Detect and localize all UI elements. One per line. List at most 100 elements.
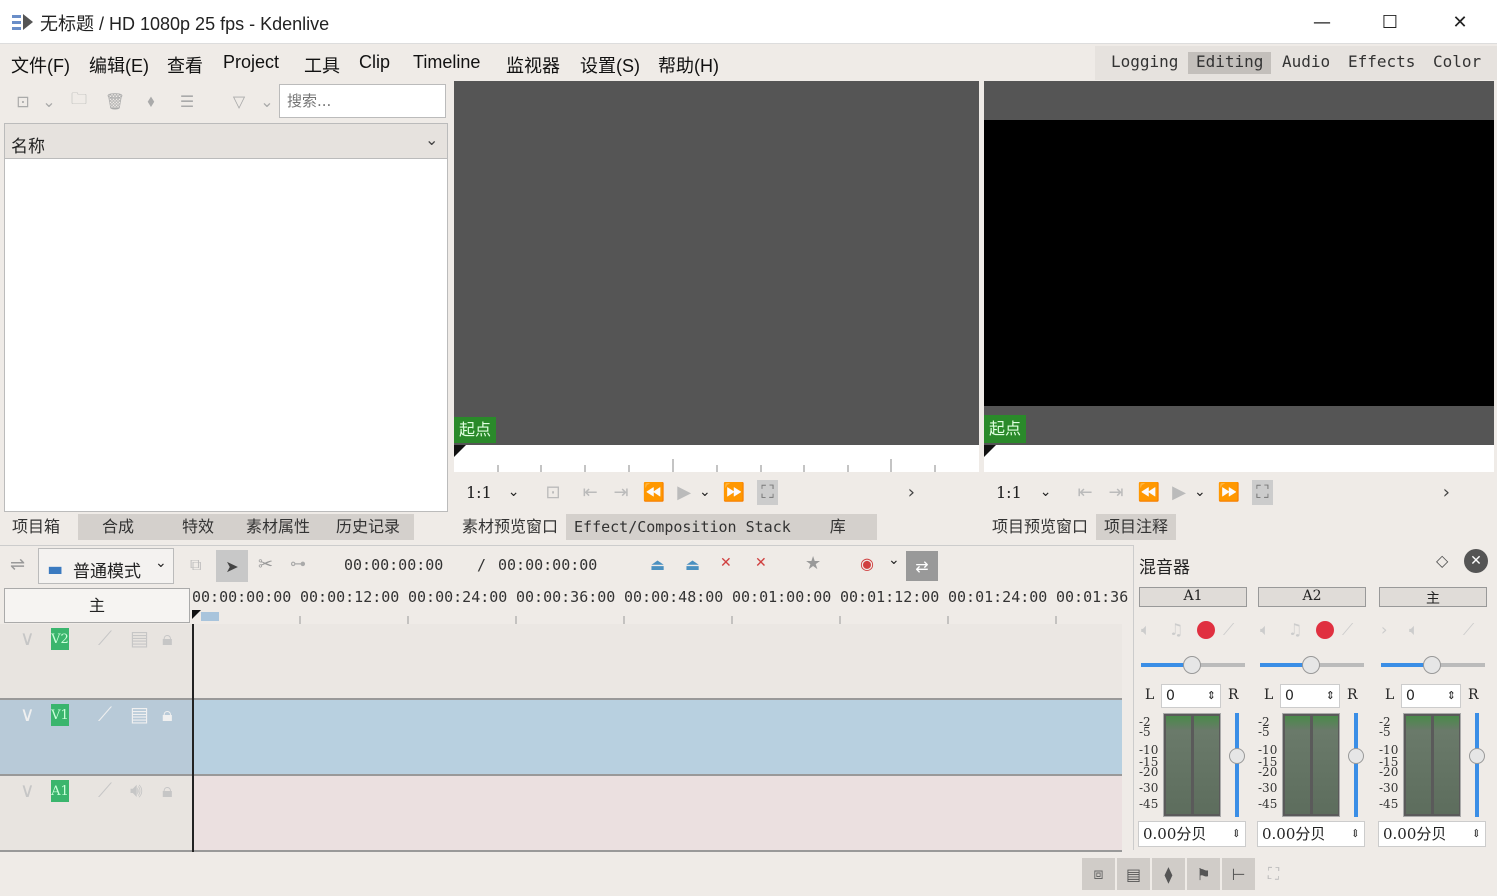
lock-icon[interactable]: 🔒︎ [162, 702, 173, 726]
track-header-v1[interactable]: ∨ V1 ⟋ ▤ 🔒︎ [0, 700, 192, 776]
extract-icon[interactable]: ✕ [755, 555, 767, 571]
spacer-tool-icon[interactable]: ⊶ [290, 554, 306, 573]
chevron-down-icon[interactable]: ⌄ [508, 484, 520, 500]
mute-icon[interactable]: › [1381, 620, 1387, 639]
speaker-icon[interactable]: 🔊︎ [130, 778, 143, 802]
volume-fader[interactable] [1235, 713, 1239, 817]
select-tool-icon[interactable]: ➤ [216, 550, 248, 582]
chevron-down-icon[interactable]: ⌄ [888, 552, 900, 568]
lock-icon[interactable]: 🔒︎ [162, 778, 173, 802]
tab-project-monitor[interactable]: 项目预览窗口 [984, 514, 1096, 540]
volume-fader[interactable] [1354, 713, 1358, 817]
menu-edit[interactable]: 编辑(E) [89, 52, 149, 78]
play-options-icon[interactable]: ⌄ [699, 484, 711, 500]
play-icon[interactable]: ▶ [677, 482, 691, 503]
menu-help[interactable]: 帮助(H) [658, 52, 719, 78]
track-header-a1[interactable]: ∨ A1 ⟋ 🔊︎ 🔒︎ [0, 776, 192, 852]
folder-icon[interactable]: 🗀 [68, 89, 90, 112]
tab-clip-properties[interactable]: 素材属性 [238, 514, 328, 540]
overwrite-icon[interactable]: ⏏ [685, 555, 700, 574]
forward-icon[interactable]: ⏩ [1218, 482, 1240, 503]
collapse-icon[interactable]: ∨ [20, 778, 35, 802]
clip-zoom-select[interactable]: 1:1 [466, 483, 492, 502]
balance-value[interactable]: 0 ⇕ [1161, 684, 1221, 708]
balance-handle[interactable] [1183, 656, 1201, 674]
thumbnails-icon[interactable]: ▤ [1117, 858, 1150, 890]
workspace-audio[interactable]: Audio [1274, 52, 1338, 74]
maximize-button[interactable]: ☐ [1356, 0, 1424, 44]
balance-handle[interactable] [1302, 656, 1320, 674]
effects-wand-icon[interactable]: ⟋ [98, 778, 112, 802]
set-out-icon[interactable]: ⇥ [614, 482, 629, 503]
menu-clip[interactable]: Clip [359, 52, 390, 73]
track-name-v2[interactable]: V2 [51, 628, 69, 650]
volume-value[interactable]: 0.00分贝 ⇕ [1378, 821, 1486, 847]
rewind-icon[interactable]: ⏪ [643, 482, 665, 503]
clip-monitor-ruler[interactable] [454, 445, 979, 472]
menu-file[interactable]: 文件(F) [11, 52, 70, 78]
lock-icon[interactable]: 🔒︎ [162, 626, 173, 650]
clip-monitor-screen[interactable] [454, 81, 979, 445]
set-out-icon[interactable]: ⇥ [1109, 482, 1124, 503]
split-audio-icon[interactable]: ⇄ [906, 551, 938, 581]
menu-tools[interactable]: 工具 [304, 52, 340, 78]
project-zoom-select[interactable]: 1:1 [996, 483, 1022, 502]
fullscreen-icon[interactable]: ⛶ [1252, 479, 1273, 505]
filter-dropdown-icon[interactable]: ⌄ [256, 90, 278, 112]
minimize-button[interactable]: — [1288, 0, 1356, 44]
effects-wand-icon[interactable]: ⟋ [1463, 620, 1474, 640]
effects-wand-icon[interactable]: ⟋ [98, 702, 112, 726]
track-name-v1[interactable]: V1 [51, 704, 69, 726]
close-panel-icon[interactable]: ✕ [1464, 549, 1488, 573]
record-icon[interactable]: ◉ [860, 554, 874, 573]
record-icon[interactable] [1316, 621, 1334, 639]
collapse-icon[interactable]: ∨ [20, 626, 35, 650]
volume-fader-handle[interactable] [1348, 748, 1364, 764]
play-icon[interactable]: ▶ [1172, 482, 1186, 503]
timeline-ruler[interactable]: 00:00:00:00 00:00:12:00 00:00:24:00 00:0… [192, 586, 1130, 624]
workspace-color[interactable]: Color [1425, 52, 1489, 74]
channel-name[interactable]: 主 [1379, 587, 1487, 607]
snap-icon[interactable]: ⧉ [190, 555, 201, 575]
lift-icon[interactable]: ✕ [720, 555, 732, 571]
collapse-icon[interactable]: ∨ [20, 702, 35, 726]
chevron-down-icon[interactable]: ⌄ [1040, 484, 1052, 500]
volume-fader[interactable] [1475, 713, 1479, 817]
razor-tool-icon[interactable]: ✂ [258, 554, 273, 575]
track-lane-v1[interactable] [194, 700, 1122, 776]
forward-icon[interactable]: ⏩ [723, 482, 745, 503]
menu-monitor[interactable]: 监视器 [506, 52, 560, 78]
tab-compositions[interactable]: 合成 [78, 514, 158, 540]
volume-value[interactable]: 0.00分贝 ⇕ [1138, 821, 1246, 847]
zone-icon[interactable]: ⧈ [1082, 858, 1115, 890]
mute-icon[interactable]: 🔈︎ [1260, 620, 1270, 640]
track-lane-a1[interactable] [194, 776, 1122, 852]
project-monitor-screen[interactable] [984, 81, 1494, 445]
fit-zoom-icon[interactable]: ⛶ [1257, 858, 1290, 890]
tab-history[interactable]: 历史记录 [328, 514, 414, 540]
tab-project-bin[interactable]: 项目箱 [4, 514, 78, 540]
tab-effect-stack[interactable]: Effect/Composition Stack [566, 514, 799, 540]
track-header-v2[interactable]: ∨ V2 ⟋ ▤ 🔒︎ [0, 624, 192, 700]
mute-icon[interactable]: 🔈︎ [1141, 620, 1151, 640]
playhead[interactable] [192, 624, 194, 852]
workspace-editing[interactable]: Editing [1188, 52, 1272, 74]
menu-view[interactable]: 查看 [167, 52, 203, 78]
search-input[interactable] [279, 84, 446, 118]
workspace-effects[interactable]: Effects [1340, 52, 1423, 74]
set-in-icon[interactable]: ⇤ [583, 482, 598, 503]
menu-settings[interactable]: 设置(S) [580, 52, 640, 78]
speaker-icon[interactable]: 🔈︎ [1409, 620, 1419, 640]
fullscreen-icon[interactable]: ⛶ [757, 479, 778, 505]
favorite-star-icon[interactable]: ★ [805, 553, 821, 574]
add-clip-icon[interactable]: ⊡ [12, 90, 34, 112]
chevron-right-icon[interactable]: › [1443, 482, 1450, 503]
rewind-icon[interactable]: ⏪ [1138, 482, 1160, 503]
close-button[interactable]: ✕ [1426, 0, 1494, 44]
film-icon[interactable]: ▤ [130, 702, 149, 726]
project-monitor-ruler[interactable] [984, 445, 1494, 472]
channel-name[interactable]: A1 [1139, 587, 1247, 607]
headphones-icon[interactable]: ♫ [1169, 620, 1183, 639]
float-panel-icon[interactable]: ◇ [1436, 551, 1448, 570]
snap-icon[interactable]: ⊢ [1222, 858, 1255, 890]
